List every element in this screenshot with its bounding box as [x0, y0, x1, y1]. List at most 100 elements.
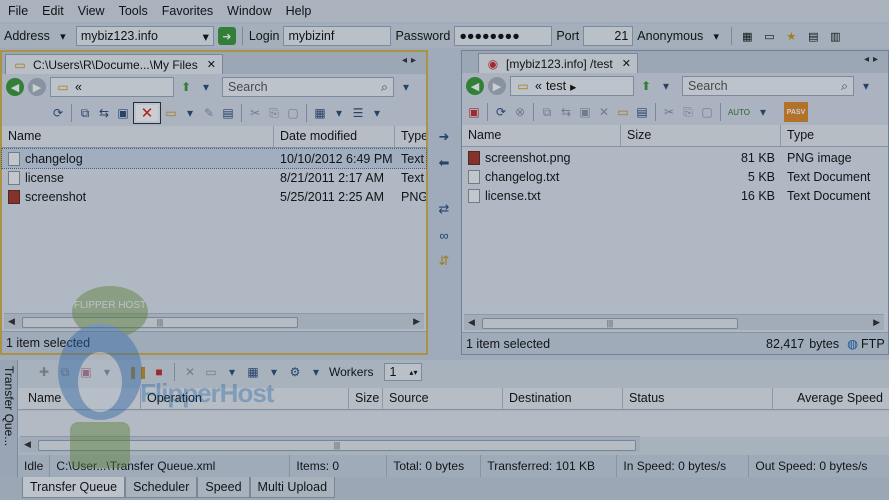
column-name[interactable]: Name [2, 126, 274, 147]
column-type[interactable]: Type [395, 126, 426, 147]
menu-help[interactable]: Help [286, 4, 312, 18]
menu-tools[interactable]: Tools [119, 4, 148, 18]
forward-icon[interactable]: ▶ [488, 77, 506, 95]
layout-columns-icon[interactable]: ▥ [826, 27, 844, 45]
chevron-down-icon[interactable]: ▾ [331, 105, 347, 121]
protocol-dropdown-icon[interactable]: ▾ [54, 27, 72, 45]
tab-scheduler[interactable]: Scheduler [125, 477, 198, 498]
column-status[interactable]: Status [623, 388, 773, 409]
column-average-speed[interactable]: Average Speed [773, 388, 889, 409]
tab-scroll-arrows-icon[interactable]: ◂▸ [402, 55, 420, 66]
forward-icon[interactable]: ▶ [28, 78, 46, 96]
sync-folders-icon[interactable]: ⇵ [435, 252, 453, 270]
table-row[interactable]: changelog 10/10/2012 6:49 PM Text [1, 148, 427, 169]
tab-transfer-queue[interactable]: Transfer Queue [22, 477, 126, 498]
view-mode-icon[interactable]: ☰ [350, 105, 366, 121]
remote-horizontal-scrollbar[interactable]: ◀ ||| ▶ [464, 314, 884, 330]
scrollbar-thumb[interactable]: ||| [38, 440, 636, 451]
refresh-icon[interactable]: ⟳ [50, 105, 66, 121]
tab-scroll-arrows-icon[interactable]: ◂▸ [864, 54, 882, 65]
link-icon[interactable]: ∞ [435, 226, 453, 244]
scrollbar-thumb[interactable]: ||| [482, 318, 738, 329]
column-size[interactable]: Size [621, 125, 781, 146]
queue-save-icon[interactable]: ▣ [78, 364, 94, 380]
paste-icon[interactable]: ▢ [699, 104, 715, 120]
column-destination[interactable]: Destination [503, 388, 623, 409]
disconnect-icon[interactable]: ▣ [466, 104, 482, 120]
column-source[interactable]: Source [383, 388, 503, 409]
table-row[interactable]: license.txt 16 KB Text Document [462, 186, 888, 205]
delete-icon[interactable]: ✕ [133, 102, 161, 124]
workers-stepper[interactable]: 1 ▴▾ [384, 363, 423, 381]
login-input[interactable]: mybizinf [283, 26, 392, 46]
chevron-down-icon[interactable]: ▾ [99, 364, 115, 380]
anonymous-label[interactable]: Anonymous [637, 29, 703, 43]
stop-icon[interactable]: ⊗ [512, 104, 528, 120]
move-icon[interactable]: ⇆ [96, 105, 112, 121]
table-row[interactable]: screenshot.png 81 KB PNG image [462, 148, 888, 167]
folder-icon[interactable]: ▭ [760, 27, 778, 45]
menu-edit[interactable]: Edit [42, 4, 64, 18]
delete-icon[interactable]: ✕ [596, 104, 612, 120]
copy-icon[interactable]: ⎘ [680, 104, 696, 120]
menu-file[interactable]: File [8, 4, 28, 18]
view-icon[interactable]: ▣ [577, 104, 593, 120]
tab-local-folder[interactable]: ▭ C:\Users\R\Docume...\My Files ✕ [5, 54, 223, 74]
favorites-star-icon[interactable]: ★ [782, 27, 800, 45]
upload-icon[interactable]: ➜ [435, 128, 453, 146]
column-size[interactable]: Size [349, 388, 383, 409]
chevron-down-icon[interactable]: ▾ [858, 78, 874, 94]
local-search-input[interactable]: Search ⌕ [222, 77, 394, 97]
back-icon[interactable]: ◀ [466, 77, 484, 95]
view-icon[interactable]: ▣ [115, 105, 131, 121]
menu-window[interactable]: Window [227, 4, 271, 18]
scroll-left-icon[interactable]: ◀ [24, 439, 31, 450]
copy-icon[interactable]: ⎘ [266, 105, 282, 121]
window-icon[interactable]: ▤ [634, 104, 650, 120]
scroll-left-icon[interactable]: ◀ [468, 317, 475, 328]
queue-add-icon[interactable]: ✚ [36, 364, 52, 380]
tab-remote-folder[interactable]: ◉ [mybiz123.info] /test ✕ [478, 53, 638, 73]
menu-favorites[interactable]: Favorites [162, 4, 213, 18]
refresh-icon[interactable]: ⟳ [493, 104, 509, 120]
column-type[interactable]: Type [781, 125, 888, 146]
back-icon[interactable]: ◀ [6, 78, 24, 96]
cut-icon[interactable]: ✂ [661, 104, 677, 120]
transfer-queue-icon[interactable]: ⇄ [435, 200, 453, 218]
copy-to-icon[interactable]: ⧉ [77, 105, 93, 121]
chevron-down-icon[interactable]: ▾ [755, 104, 771, 120]
chevron-down-icon[interactable]: ▾ [707, 27, 725, 45]
paste-icon[interactable]: ▢ [285, 105, 301, 121]
scroll-left-icon[interactable]: ◀ [8, 316, 15, 327]
scrollbar-thumb[interactable]: ||| [22, 317, 298, 328]
site-manager-icon[interactable]: ▦ [738, 27, 756, 45]
table-row[interactable]: changelog.txt 5 KB Text Document [462, 167, 888, 186]
close-icon[interactable]: ✕ [622, 57, 631, 70]
auto-mode-icon[interactable]: AUTO [726, 104, 752, 120]
queue-side-tab[interactable]: Transfer Que... [0, 360, 18, 477]
window-icon[interactable]: ▤ [220, 105, 236, 121]
password-input[interactable]: ●●●●●●●● [454, 26, 553, 46]
remote-path-box[interactable]: ▭ « test ▸ [510, 76, 634, 96]
local-path-box[interactable]: ▭ « [50, 77, 174, 97]
cut-icon[interactable]: ✂ [247, 105, 263, 121]
chevron-down-icon[interactable]: ▾ [308, 364, 324, 380]
address-input[interactable]: mybiz123.info ▾ [75, 26, 214, 46]
stepper-arrows-icon[interactable]: ▴▾ [409, 368, 417, 377]
column-name[interactable]: Name [462, 125, 621, 146]
up-folder-icon[interactable]: ⬆ [638, 78, 654, 94]
column-name[interactable]: Name [18, 388, 141, 409]
menu-view[interactable]: View [78, 4, 105, 18]
up-folder-icon[interactable]: ⬆ [178, 79, 194, 95]
scroll-right-icon[interactable]: ▶ [413, 316, 420, 327]
chevron-down-icon[interactable]: ▾ [369, 105, 385, 121]
table-row[interactable]: screenshot 5/25/2011 2:25 AM PNG [2, 187, 426, 206]
new-folder-icon[interactable]: ▭ [615, 104, 631, 120]
chevron-down-icon[interactable]: ▾ [182, 105, 198, 121]
download-icon[interactable]: ⬅ [435, 154, 453, 172]
tab-speed[interactable]: Speed [197, 477, 250, 498]
tab-multi-upload[interactable]: Multi Upload [249, 477, 336, 498]
chevron-down-icon[interactable]: ▾ [658, 78, 674, 94]
scroll-right-icon[interactable]: ▶ [873, 317, 880, 328]
queue-copy-icon[interactable]: ⧉ [57, 364, 73, 380]
